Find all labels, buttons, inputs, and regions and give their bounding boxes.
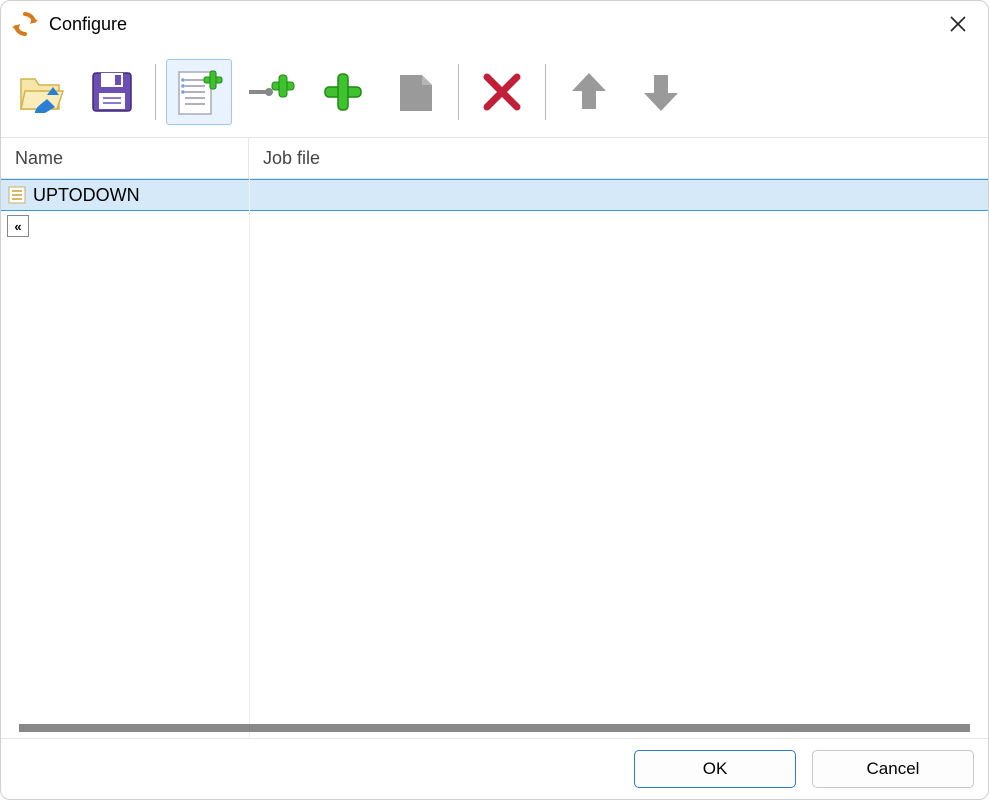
save-icon bbox=[89, 69, 135, 115]
list-header: Name Job file bbox=[1, 138, 988, 179]
column-divider bbox=[249, 179, 250, 738]
close-icon bbox=[949, 15, 967, 33]
column-header-jobfile[interactable]: Job file bbox=[249, 138, 988, 178]
window-title: Configure bbox=[49, 14, 938, 35]
toolbar-separator bbox=[155, 64, 156, 120]
toolbar-separator bbox=[458, 64, 459, 120]
add-icon bbox=[321, 70, 365, 114]
save-button[interactable] bbox=[79, 59, 145, 125]
toolbar bbox=[1, 47, 988, 138]
column-header-name[interactable]: Name bbox=[1, 138, 249, 178]
ok-button[interactable]: OK bbox=[634, 750, 796, 788]
open-button[interactable] bbox=[7, 59, 73, 125]
configure-dialog: Configure bbox=[0, 0, 989, 800]
add-link-icon bbox=[245, 66, 297, 118]
titlebar: Configure bbox=[1, 1, 988, 47]
horizontal-scrollbar[interactable] bbox=[19, 724, 970, 732]
add-group-icon bbox=[173, 66, 225, 118]
open-folder-icon bbox=[15, 67, 65, 117]
add-link-button[interactable] bbox=[238, 59, 304, 125]
close-button[interactable] bbox=[938, 4, 978, 44]
cancel-button[interactable]: Cancel bbox=[812, 750, 974, 788]
edit-button[interactable] bbox=[382, 59, 448, 125]
move-up-button[interactable] bbox=[556, 59, 622, 125]
dialog-footer: OK Cancel bbox=[1, 738, 988, 799]
delete-button[interactable] bbox=[469, 59, 535, 125]
up-arrow-icon bbox=[566, 69, 612, 115]
collapse-icon: « bbox=[7, 215, 29, 237]
list-row[interactable]: « bbox=[1, 211, 988, 241]
toolbar-separator bbox=[545, 64, 546, 120]
add-button[interactable] bbox=[310, 59, 376, 125]
list-body[interactable]: UPTODOWN « bbox=[1, 179, 988, 738]
group-icon bbox=[7, 185, 27, 205]
delete-icon bbox=[481, 71, 523, 113]
row-name: UPTODOWN bbox=[33, 185, 140, 206]
job-list: Name Job file UPTODOWN bbox=[1, 138, 988, 738]
move-down-button[interactable] bbox=[628, 59, 694, 125]
list-row[interactable]: UPTODOWN bbox=[1, 179, 988, 211]
add-group-button[interactable] bbox=[166, 59, 232, 125]
edit-icon bbox=[392, 69, 438, 115]
down-arrow-icon bbox=[638, 69, 684, 115]
app-icon bbox=[11, 10, 39, 38]
